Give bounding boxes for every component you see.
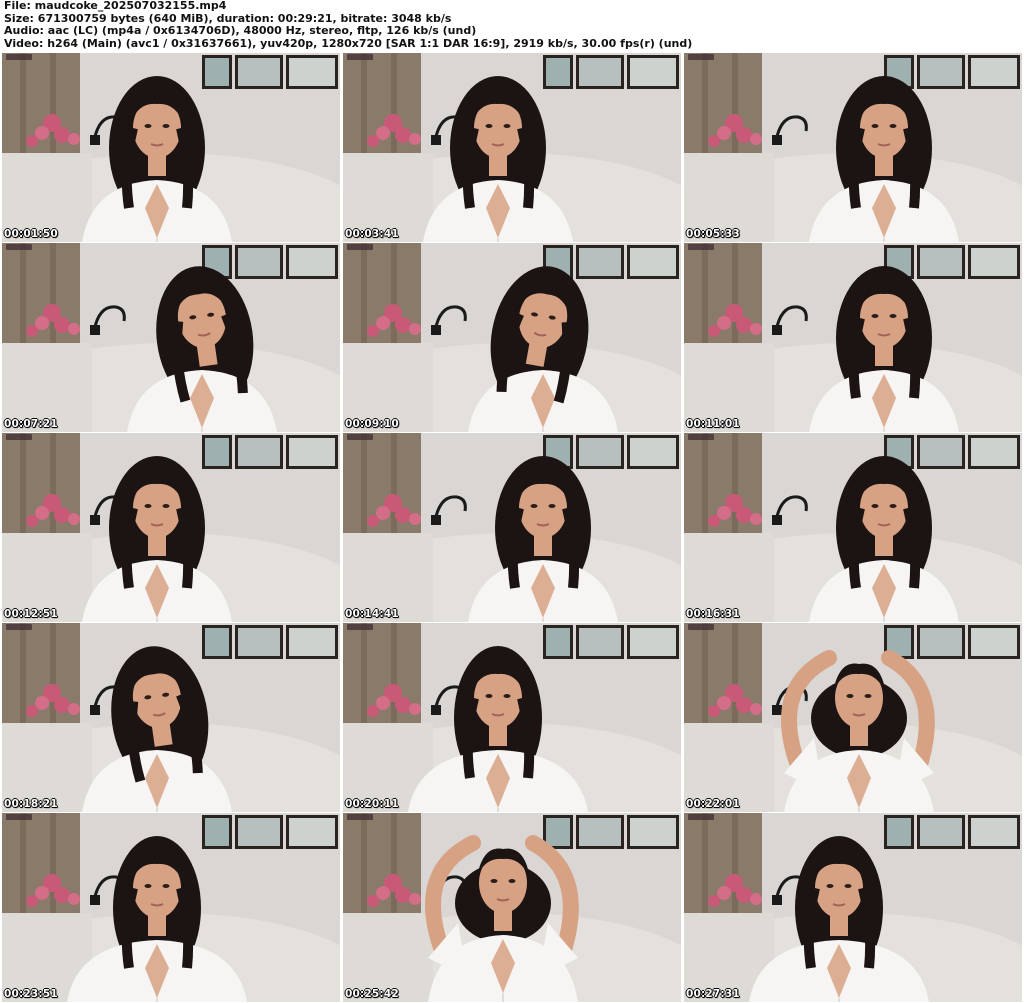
video-thumbnail: 00:11:01 [684,243,1022,432]
thumbnail-timestamp: 00:09:10 [345,418,399,430]
video-thumbnail: 00:03:41 [343,53,681,242]
video-thumbnail: 00:25:42 [343,813,681,1002]
watermark-logo [347,624,373,630]
video-info-line: Video: h264 (Main) (avc1 / 0x31637661), … [4,37,693,50]
thumbnail-frame-image [684,53,1022,242]
thumbnail-frame-image [684,813,1022,1002]
thumbnail-frame-image [2,433,340,622]
thumbnail-frame-image [684,623,1022,812]
thumbnail-frame-image [343,53,681,242]
thumbnail-timestamp: 00:14:41 [345,608,399,620]
thumbnail-frame-image [2,53,340,242]
watermark-logo [6,814,32,820]
video-thumbnail: 00:07:21 [2,243,340,432]
watermark-logo [688,814,714,820]
video-thumbnail: 00:18:21 [2,623,340,812]
video-info-header: File: maudcoke_202507032155.mp4 Size: 67… [4,0,1020,52]
thumbnail-grid: 00:01:50 00:03:41 00:05:33 00:07:21 00:09:10… [2,53,1022,1003]
thumbnail-timestamp: 00:03:41 [345,228,399,240]
watermark-logo [347,434,373,440]
thumbnail-timestamp: 00:18:21 [4,798,58,810]
thumbnail-timestamp: 00:23:51 [4,988,58,1000]
thumbnail-timestamp: 00:20:11 [345,798,399,810]
video-thumbnail: 00:16:31 [684,433,1022,622]
video-thumbnail: 00:20:11 [343,623,681,812]
thumbnail-frame-image [343,243,681,432]
watermark-logo [6,434,32,440]
thumbnail-frame-image [684,433,1022,622]
thumbnail-timestamp: 00:22:01 [686,798,740,810]
thumbnail-frame-image [2,813,340,1002]
watermark-logo [688,54,714,60]
video-thumbnail: 00:22:01 [684,623,1022,812]
audio-info-line: Audio: aac (LC) (mp4a / 0x6134706D), 480… [4,25,477,37]
thumbnail-frame-image [343,623,681,812]
thumbnail-timestamp: 00:12:51 [4,608,58,620]
video-thumbnail: 00:27:31 [684,813,1022,1002]
thumbnail-timestamp: 00:11:01 [686,418,740,430]
video-thumbnail: 00:05:33 [684,53,1022,242]
thumbnail-timestamp: 00:01:50 [4,228,58,240]
video-thumbnail: 00:23:51 [2,813,340,1002]
watermark-logo [347,814,373,820]
thumbnail-timestamp: 00:16:31 [686,608,740,620]
watermark-logo [6,244,32,250]
thumbnail-frame-image [343,433,681,622]
watermark-logo [688,244,714,250]
thumbnail-frame-image [2,623,340,812]
video-thumbnail: 00:14:41 [343,433,681,622]
thumbnail-timestamp: 00:07:21 [4,418,58,430]
thumbnail-frame-image [684,243,1022,432]
watermark-logo [347,54,373,60]
thumbnail-timestamp: 00:05:33 [686,228,740,240]
thumbnail-frame-image [2,243,340,432]
video-thumbnail: 00:09:10 [343,243,681,432]
thumbnail-frame-image [343,813,681,1002]
thumbnail-timestamp: 00:25:42 [345,988,399,1000]
video-thumbnail: 00:01:50 [2,53,340,242]
file-size-line: Size: 671300759 bytes (640 MiB), duratio… [4,12,452,25]
thumbnail-timestamp: 00:27:31 [686,988,740,1000]
watermark-logo [688,624,714,630]
file-name-line: File: maudcoke_202507032155.mp4 [4,0,227,12]
watermark-logo [688,434,714,440]
watermark-logo [6,624,32,630]
video-thumbnail: 00:12:51 [2,433,340,622]
watermark-logo [347,244,373,250]
watermark-logo [6,54,32,60]
